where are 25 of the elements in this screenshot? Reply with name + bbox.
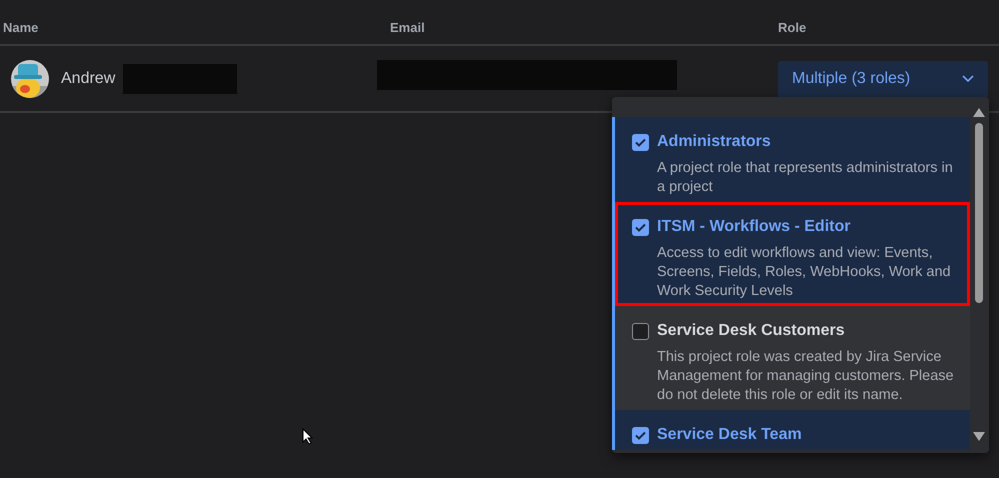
checkbox[interactable] (632, 218, 649, 236)
role-option[interactable]: Service Desk Team (612, 410, 970, 450)
check-icon (635, 222, 646, 232)
check-icon (635, 138, 646, 146)
cursor-icon (302, 428, 313, 445)
scrollbar-thumb[interactable] (975, 123, 983, 303)
option-description: A project role that represents administrators in a project (656, 159, 954, 197)
role-select[interactable]: Multiple (3 roles) (778, 60, 988, 96)
column-header: Name (3, 20, 38, 34)
role-option[interactable]: Service Desk Customers This project role was created by Jira Service Management for managing customers. Please do not delete this role or edit its name. (612, 306, 970, 410)
check-icon (635, 430, 646, 440)
column-header: Email (390, 20, 425, 34)
column-header: Role (778, 20, 806, 34)
option-description: Access to edit workflows and view: Events, Screens, Fields, Roles, WebHooks, Work and Work Security Levels (656, 244, 952, 301)
scroll-up-icon[interactable] (973, 108, 985, 117)
avatar (11, 60, 49, 98)
checkbox[interactable] (632, 134, 649, 150)
checkbox[interactable] (632, 426, 649, 444)
checkbox[interactable] (632, 322, 649, 340)
chevron-down-icon (962, 74, 974, 82)
role-option[interactable]: Administrators A project role that represents administrators in a project (612, 117, 970, 202)
user-name: Andrew (61, 68, 116, 88)
scroll-down-icon[interactable] (973, 432, 985, 441)
role-option[interactable]: ITSM - Workflows - Editor Access to edit workflows and view: Events, Screens, Fields, Roles, WebHooks, Work and Work Security Levels (612, 202, 970, 306)
option-description: This project role was created by Jira Service Management for managing customers. Please do not delete this role or edit its name. (656, 348, 955, 405)
